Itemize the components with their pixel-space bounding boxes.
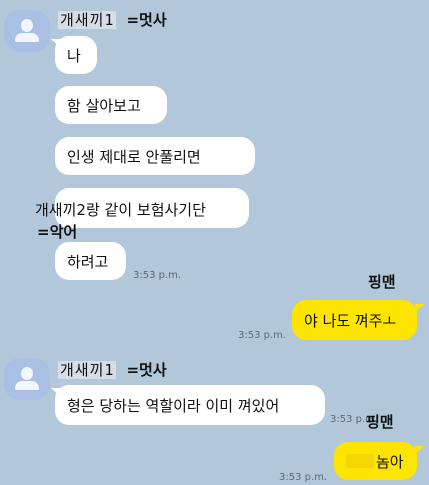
message-bubble[interactable]: 나 [55,36,97,74]
message-text: 나 [67,46,81,65]
message-text-with-note: 개새끼2랑 같이 보험사기단 [35,199,206,220]
timestamp: 3:53 p.m. [279,472,328,483]
message-bubble[interactable]: 함 살아보고 [55,86,167,124]
message-text: 형은 당하는 역할이라 이미 껴있어 [67,396,280,415]
message-bubble[interactable]: 인생 제대로 안풀리면 [55,137,255,175]
message-text: 놈아 [376,452,404,471]
my-message-bubble[interactable]: 야 나도 껴주ㅗ [292,300,417,340]
message-text: 인생 제대로 안풀리면 [67,147,201,166]
message-bubble[interactable]: 하려고 [55,242,126,280]
friend-name-note: 개새끼2 [35,201,86,219]
my-alias-note: 핑맨 [366,413,394,431]
profile-body-icon [15,381,39,390]
sender-name-text: 개새끼1 [58,11,117,29]
sender-alias-note: =멋사 [126,361,167,379]
sender-name: 개새끼1 =멋사 [58,9,167,30]
my-message-bubble[interactable]: 놈아 [334,442,417,480]
timestamp: 3:53 p.m. [133,270,182,281]
message-bubble[interactable]: 형은 당하는 역할이라 이미 껴있어 [55,385,325,425]
sender-name-text: 개새끼1 [58,361,117,379]
profile-body-icon [15,33,39,42]
profile-head-icon [21,367,33,380]
message-text: 함 살아보고 [67,96,141,115]
sender-name: 개새끼1 =멋사 [58,359,167,380]
message-text: 야 나도 껴주ㅗ [304,311,397,330]
message-text: 랑 같이 보험사기단 [85,201,206,219]
bubble-tail [415,304,424,312]
avatar[interactable] [4,10,50,52]
friend-alias-note: =악어 [37,223,78,241]
redacted-blur [346,454,374,468]
bubble-tail [415,446,424,454]
sender-alias-note: =멋사 [126,11,167,29]
timestamp: 3:53 p.m. [238,330,287,341]
avatar[interactable] [4,358,50,400]
my-alias-note: 핑맨 [368,273,396,291]
profile-head-icon [21,19,33,32]
message-text: 하려고 [67,252,109,271]
